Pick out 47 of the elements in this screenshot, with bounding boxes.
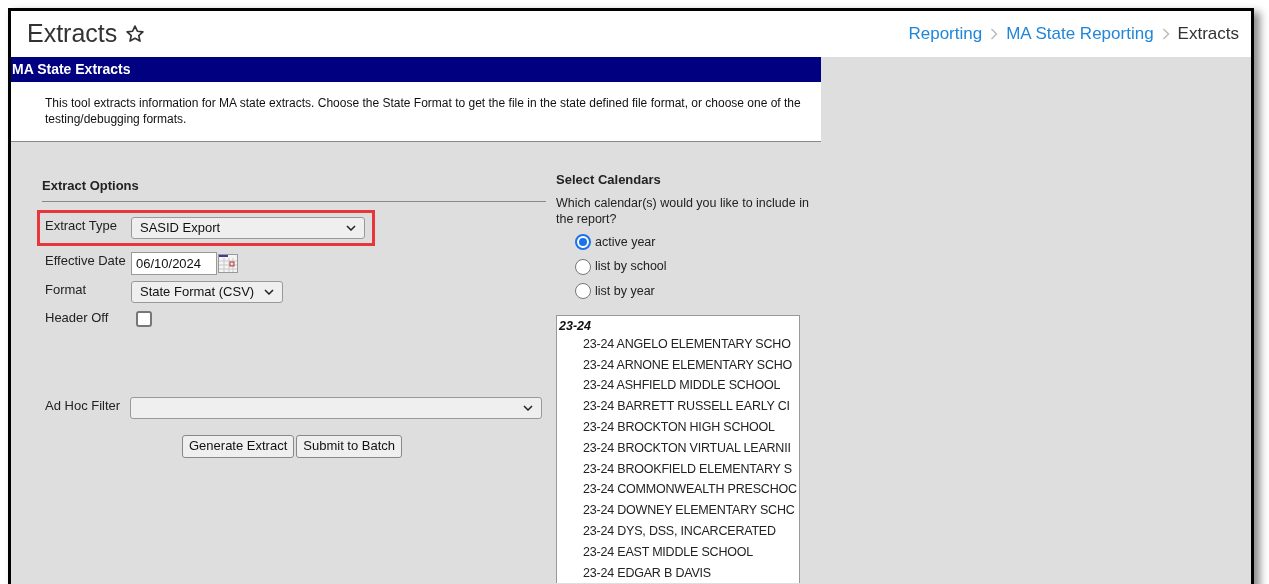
calendar-item[interactable]: 23-24 DYS, DSS, INCARCERATED — [559, 520, 799, 542]
radio-button[interactable] — [575, 283, 591, 300]
question-text: Which calendar(s) would you like to include in the report? — [556, 194, 810, 227]
breadcrumb-link[interactable]: MA State Reporting — [1006, 21, 1154, 47]
radio-option[interactable]: list by school — [575, 257, 818, 276]
action-button[interactable]: Generate Extract — [182, 434, 295, 458]
calendar-group: 23-24 — [559, 317, 799, 334]
calendar-item[interactable]: 23-24 ASHFIELD MIDDLE SCHOOL — [559, 375, 799, 397]
section-heading: Select Calendars — [556, 171, 662, 189]
dropdown[interactable]: State Format (CSV) — [131, 280, 283, 303]
date-field[interactable]: 06/10/2024 — [131, 251, 217, 275]
chevron-right-icon — [990, 28, 999, 40]
chevron-down-icon — [346, 224, 356, 231]
calendar-item[interactable]: 23-24 DOWNEY ELEMENTARY SCHC — [559, 500, 799, 521]
calendar-item[interactable]: 23-24 BROCKTON HIGH SCHOOL — [559, 416, 799, 438]
star-icon[interactable] — [125, 24, 146, 44]
calendar-item[interactable]: 23-24 EDGAR B DAVIS — [559, 562, 799, 584]
calendar-item[interactable]: 23-24 ANGELO ELEMENTARY SCHO — [559, 333, 799, 355]
field-label: Header Off — [45, 308, 110, 326]
calendar-item[interactable]: 23-24 BROOKFIELD ELEMENTARY S — [559, 458, 799, 480]
calendar-item[interactable]: 23-24 ARNONE ELEMENTARY SCHO — [559, 354, 799, 376]
panel-header: MA State Extracts — [11, 57, 821, 82]
section-heading: Extract Options — [42, 177, 140, 195]
radio-button[interactable] — [575, 258, 591, 275]
dropdown[interactable]: SASID Export — [131, 216, 365, 239]
calendar-item[interactable]: 23-24 BARRETT RUSSELL EARLY CI — [559, 396, 799, 417]
breadcrumb-link[interactable]: Reporting — [908, 21, 983, 47]
radio-button[interactable] — [575, 233, 591, 250]
breadcrumb-current: Extracts — [1177, 23, 1239, 46]
calendar-item[interactable]: 23-24 COMMONWEALTH PRESCHOC — [559, 479, 799, 501]
chevron-down-icon — [523, 404, 533, 411]
field-label: Extract Type — [45, 216, 118, 234]
radio-option[interactable]: list by year — [575, 282, 818, 301]
field-label: Effective Date — [45, 251, 127, 269]
checkbox[interactable] — [136, 310, 152, 327]
dropdown[interactable] — [130, 396, 542, 419]
calendar-icon[interactable] — [218, 253, 238, 273]
chevron-right-icon — [1161, 28, 1170, 40]
field-label: Format — [45, 280, 88, 298]
page-title: Extracts — [27, 18, 118, 50]
calendar-item[interactable]: 23-24 EAST MIDDLE SCHOOL — [559, 541, 799, 563]
description-text: This tool extracts information for MA state extracts. Choose the State Format to get the file in the state defined file format, or choose one of the testing/debugging formats. — [45, 95, 802, 127]
radio-option[interactable]: active year — [575, 232, 818, 252]
calendar-item[interactable]: 23-24 BROCKTON VIRTUAL LEARNII — [559, 437, 799, 459]
field-label: Ad Hoc Filter — [45, 396, 122, 414]
action-button[interactable]: Submit to Batch — [296, 434, 403, 458]
chevron-down-icon — [264, 288, 274, 295]
